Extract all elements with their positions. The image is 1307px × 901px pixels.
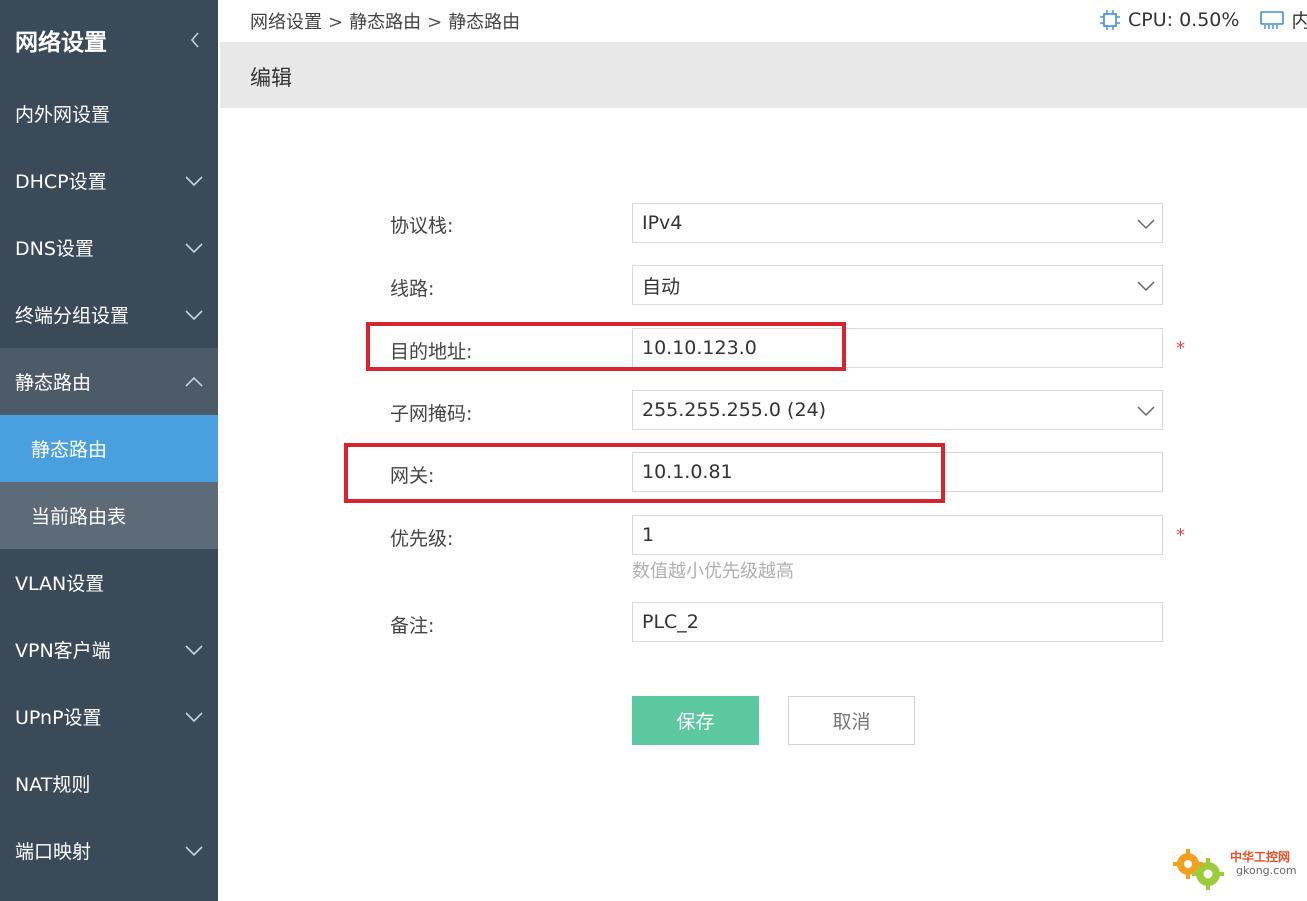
sidebar-item-port-mapping[interactable]: 端口映射 xyxy=(0,817,218,884)
page-title: 编辑 xyxy=(250,66,292,90)
cpu-icon xyxy=(1100,9,1120,30)
chevron-down-icon xyxy=(185,845,203,856)
sidebar-item-static-route[interactable]: 静态路由 xyxy=(0,348,218,415)
memory-icon xyxy=(1260,10,1285,29)
sidebar-item-label: VPN客户端 xyxy=(15,640,111,662)
remark-label: 备注: xyxy=(390,615,435,637)
remark-input[interactable]: PLC_2 xyxy=(632,602,1163,642)
protocol-label: 协议栈: xyxy=(390,215,454,237)
edit-header: 编辑 xyxy=(220,42,1307,108)
sidebar-item-dns[interactable]: DNS设置 xyxy=(0,214,218,281)
sidebar-title: 网络设置 xyxy=(15,30,107,56)
breadcrumb-item[interactable]: 静态路由 xyxy=(349,12,421,33)
sidebar-item-label: 静态路由 xyxy=(15,372,92,394)
sidebar-item-label: 终端分组设置 xyxy=(15,305,130,327)
chevron-down-icon xyxy=(185,242,203,253)
sidebar-item-lan-wan[interactable]: 内外网设置 xyxy=(0,80,218,147)
sidebar-item-dhcp[interactable]: DHCP设置 xyxy=(0,147,218,214)
line-select[interactable]: 自动 xyxy=(632,265,1163,305)
top-bar: 网络设置>静态路由>静态路由 CPU: 0.50% 内存 xyxy=(218,0,1307,42)
remark-value: PLC_2 xyxy=(642,611,699,633)
sidebar-item-upnp[interactable]: UPnP设置 xyxy=(0,683,218,750)
chevron-up-icon xyxy=(185,376,203,387)
priority-input[interactable]: 1 xyxy=(632,515,1163,555)
memory-usage: 内存 xyxy=(1291,10,1307,32)
watermark-url: gkong.com xyxy=(1236,864,1297,877)
sidebar-item-label: NAT规则 xyxy=(15,774,91,796)
priority-hint: 数值越小优先级越高 xyxy=(632,561,794,582)
required-mark: * xyxy=(1176,338,1185,359)
sidebar-item-nat[interactable]: NAT规则 xyxy=(0,750,218,817)
chevron-down-icon xyxy=(1137,219,1155,230)
save-button[interactable]: 保存 xyxy=(632,696,759,745)
breadcrumb-item[interactable]: 网络设置 xyxy=(250,12,322,33)
line-label: 线路: xyxy=(390,278,435,300)
breadcrumb-separator: > xyxy=(328,12,344,33)
breadcrumb-item: 静态路由 xyxy=(448,12,521,33)
protocol-select[interactable]: IPv4 xyxy=(632,203,1163,243)
line-value: 自动 xyxy=(642,275,681,298)
sidebar-item-terminal-group[interactable]: 终端分组设置 xyxy=(0,281,218,348)
priority-label: 优先级: xyxy=(390,528,454,550)
subnet-mask-value: 255.255.255.0 (24) xyxy=(642,399,827,421)
chevron-down-icon xyxy=(185,175,203,186)
sidebar-subitem-label: 当前路由表 xyxy=(31,506,127,528)
highlight-destination xyxy=(366,322,846,371)
subnet-mask-select[interactable]: 255.255.255.0 (24) xyxy=(632,390,1163,430)
sidebar-item-label: DHCP设置 xyxy=(15,171,107,193)
watermark-name: 中华工控网 xyxy=(1230,850,1291,864)
breadcrumb-separator: > xyxy=(427,12,443,33)
sidebar-item-label: 内外网设置 xyxy=(15,104,111,126)
priority-value: 1 xyxy=(642,524,655,546)
chevron-down-icon xyxy=(1137,406,1155,417)
chevron-down-icon xyxy=(185,711,203,722)
subnet-mask-label: 子网掩码: xyxy=(390,403,473,425)
chevron-down-icon xyxy=(185,644,203,655)
highlight-gateway xyxy=(344,443,945,503)
chevron-down-icon xyxy=(185,309,203,320)
sidebar-subitem-route-table[interactable]: 当前路由表 xyxy=(0,482,218,549)
sidebar-header: 网络设置 xyxy=(0,0,218,80)
protocol-value: IPv4 xyxy=(642,212,683,234)
watermark-logo: 中华工控网 gkong.com xyxy=(1168,840,1300,896)
gear-icon xyxy=(1173,849,1224,890)
sidebar-item-label: UPnP设置 xyxy=(15,707,102,729)
sidebar-subitem-static-route[interactable]: 静态路由 xyxy=(0,415,218,482)
sidebar-subitem-label: 静态路由 xyxy=(31,439,108,461)
sidebar: 网络设置 内外网设置 DHCP设置 DNS设置 终端分组设置 静态路由 静态路由… xyxy=(0,0,218,901)
sidebar-item-vlan[interactable]: VLAN设置 xyxy=(0,549,218,616)
sidebar-item-vpn-client[interactable]: VPN客户端 xyxy=(0,616,218,683)
cancel-button[interactable]: 取消 xyxy=(788,696,915,745)
chevron-down-icon xyxy=(1137,281,1155,292)
collapse-sidebar-icon[interactable] xyxy=(188,30,202,50)
cpu-usage: CPU: 0.50% xyxy=(1128,8,1240,31)
sidebar-item-label: VLAN设置 xyxy=(15,573,105,595)
sidebar-item-label: 端口映射 xyxy=(15,841,92,863)
breadcrumb: 网络设置 > 静态路由 > 静态路由 xyxy=(250,8,520,34)
system-stats: CPU: 0.50% 内存 xyxy=(1098,6,1307,33)
sidebar-item-label: DNS设置 xyxy=(15,238,94,260)
required-mark: * xyxy=(1176,525,1185,546)
